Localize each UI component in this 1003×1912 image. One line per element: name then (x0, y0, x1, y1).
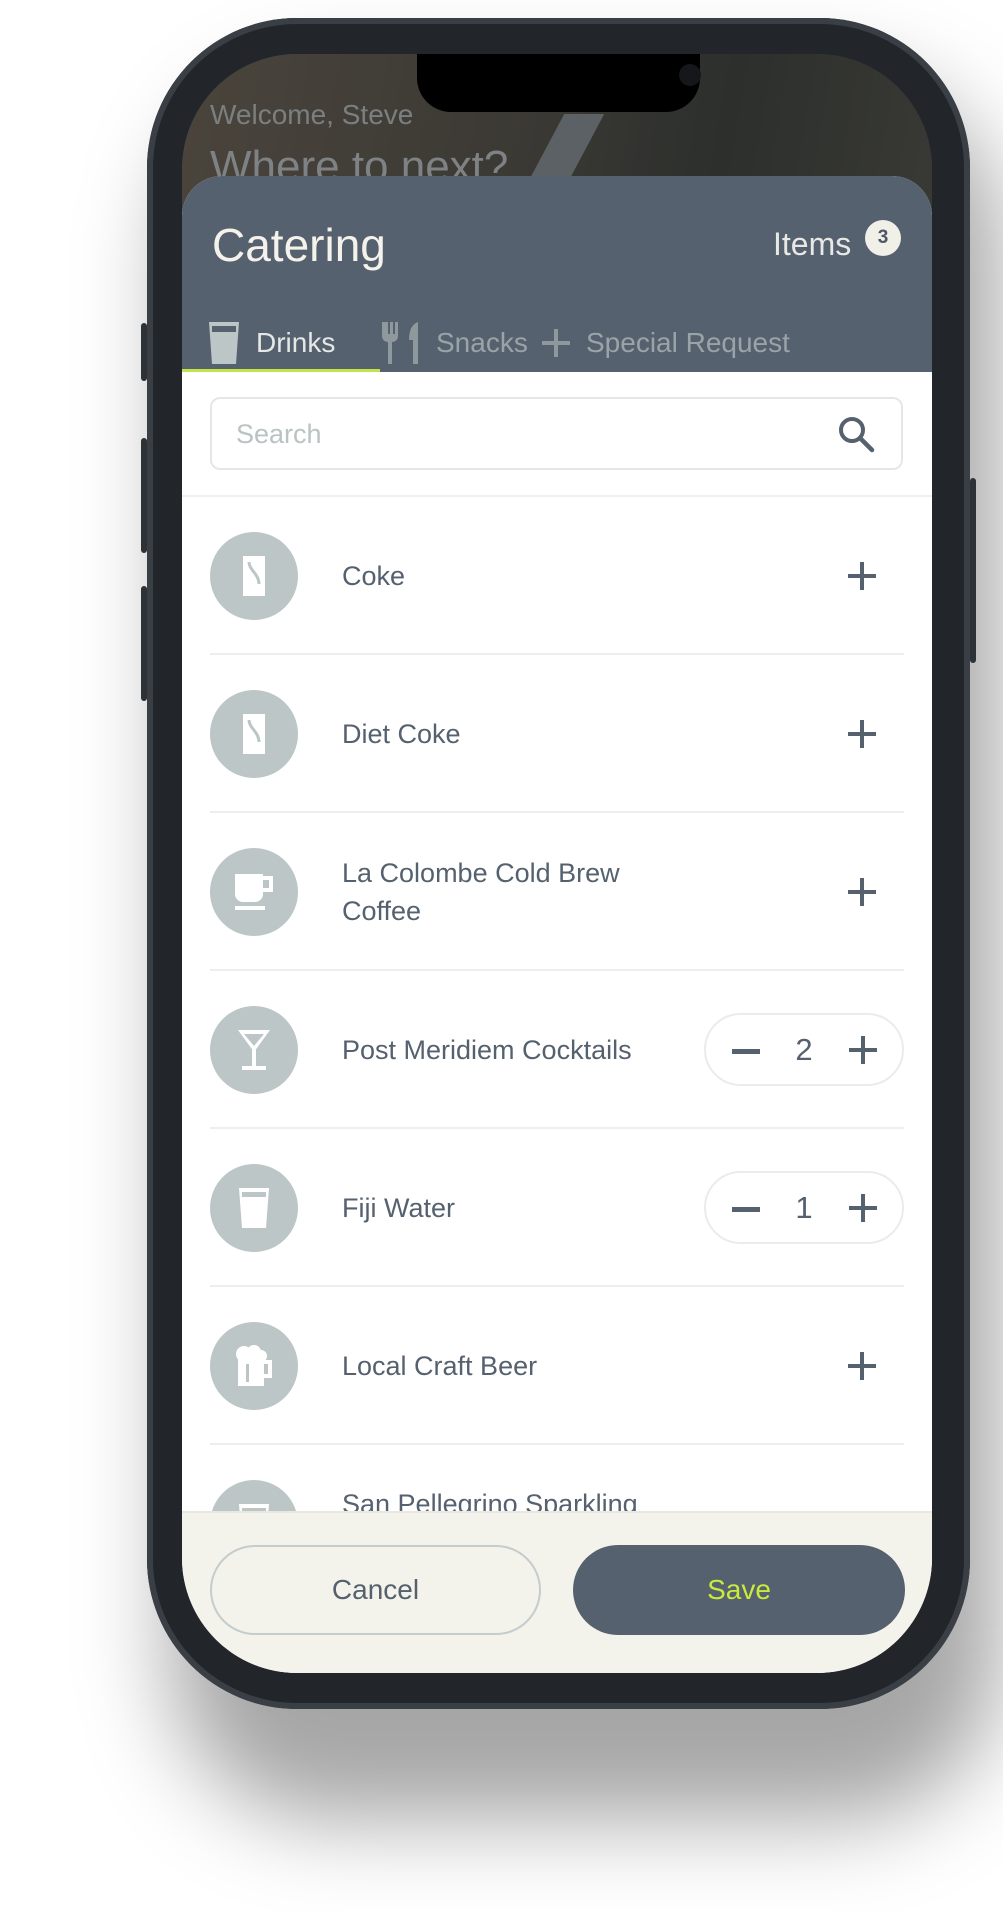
list-item: La Colombe Cold Brew Coffee (210, 813, 904, 971)
increment-button[interactable] (846, 1191, 880, 1225)
list-item: Local Craft Beer (210, 1287, 904, 1445)
notch (417, 54, 701, 112)
item-name: La Colombe Cold Brew Coffee (342, 858, 620, 926)
list-item: Coke (210, 497, 904, 655)
screen: Welcome, Steve Where to next? Catering I… (182, 54, 932, 1673)
item-name: Diet Coke (342, 719, 461, 749)
save-button[interactable]: Save (573, 1545, 905, 1635)
welcome-text: Welcome, Steve (210, 99, 414, 130)
camera-icon (679, 64, 701, 86)
quantity-stepper[interactable]: 2 (704, 1013, 904, 1086)
item-icon-bg (210, 1006, 298, 1094)
item-name: Post Meridiem Cocktails (342, 1035, 632, 1065)
fork-knife-icon (382, 322, 418, 364)
coffee-cup-icon (235, 874, 273, 910)
list-item: Fiji Water 1 (210, 1129, 904, 1287)
beer-mug-icon (236, 1345, 272, 1386)
quantity-stepper[interactable]: 1 (704, 1171, 904, 1244)
cocktail-icon (238, 1030, 270, 1070)
tab-label: Drinks (256, 327, 336, 358)
item-icon-bg (210, 848, 298, 936)
item-icon-bg (210, 690, 298, 778)
item-icon-bg (210, 1322, 298, 1410)
list-item: Post Meridiem Cocktails 2 (210, 971, 904, 1129)
can-icon (243, 556, 265, 596)
item-name: Coke (342, 561, 406, 591)
add-button[interactable] (844, 1348, 880, 1384)
volume-down-button (141, 586, 147, 701)
add-button[interactable] (844, 716, 880, 752)
page-title: Catering (212, 219, 386, 271)
items-count-badge: 3 (865, 220, 901, 256)
search-input[interactable] (234, 399, 798, 470)
search-box[interactable] (210, 397, 903, 470)
can-icon (243, 714, 265, 754)
item-name: Local Craft Beer (342, 1351, 538, 1381)
list-item: Diet Coke (210, 655, 904, 813)
footer-bar: Cancel Save (182, 1511, 932, 1673)
tab-label: Snacks (436, 327, 528, 358)
add-button[interactable] (844, 558, 880, 594)
tab-label: Special Request (586, 327, 790, 358)
increment-button[interactable] (846, 1033, 880, 1067)
tab-special-request[interactable]: Special Request (542, 314, 790, 372)
tab-drinks[interactable]: Drinks (208, 314, 335, 372)
catering-sheet: Catering Items 3 Drinks Snacks Special R… (182, 176, 932, 1673)
add-button[interactable] (844, 874, 880, 910)
item-name: Fiji Water (342, 1193, 455, 1223)
plus-icon (542, 329, 570, 357)
glass-icon (239, 1188, 269, 1228)
cancel-button[interactable]: Cancel (210, 1545, 541, 1635)
active-tab-indicator (182, 369, 380, 372)
items-label[interactable]: Items (773, 226, 851, 263)
power-button (970, 478, 976, 663)
sheet-header: Catering Items 3 Drinks Snacks Special R… (182, 176, 932, 372)
volume-up-button (141, 438, 147, 553)
glass-icon (209, 322, 239, 364)
mute-switch (141, 323, 147, 381)
item-icon-bg (210, 1164, 298, 1252)
tab-snacks[interactable]: Snacks (380, 314, 528, 372)
search-icon[interactable] (837, 415, 875, 453)
item-icon-bg (210, 532, 298, 620)
